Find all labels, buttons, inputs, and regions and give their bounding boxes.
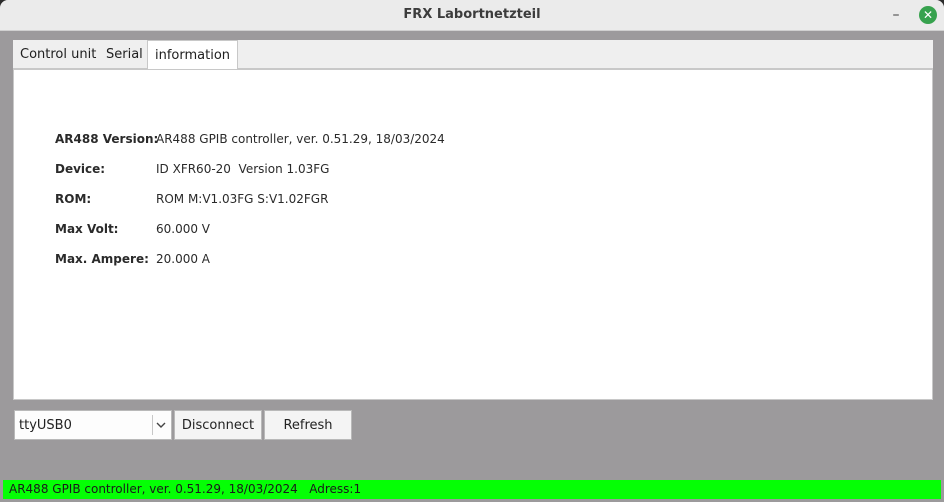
info-label: Max Volt:: [55, 222, 119, 236]
refresh-button[interactable]: Refresh: [264, 410, 352, 440]
port-select-value: ttyUSB0: [19, 418, 72, 433]
minimize-icon[interactable]: –: [884, 5, 908, 25]
info-value: 20.000 A: [156, 252, 211, 266]
title-bar[interactable]: FRX Labortnetzteil – ✕: [0, 0, 944, 31]
info-label: Device:: [55, 162, 106, 176]
tab-serial[interactable]: Serial: [99, 40, 150, 68]
info-label: ROM:: [55, 192, 92, 206]
status-bar: AR488 GPIB controller, ver. 0.51.29, 18/…: [3, 480, 941, 499]
info-label: Max. Ampere:: [55, 252, 149, 266]
info-value: 60.000 V: [156, 222, 211, 236]
app-window: FRX Labortnetzteil – ✕ Control unit Seri…: [0, 0, 944, 502]
info-value: ROM M:V1.03FG S:V1.02FGR: [156, 192, 329, 206]
status-text: AR488 GPIB controller, ver. 0.51.29, 18/…: [9, 482, 362, 496]
tab-bar: Control unit Serial information: [13, 40, 933, 70]
info-label: AR488 Version:: [55, 132, 159, 146]
info-value: AR488 GPIB controller, ver. 0.51.29, 18/…: [156, 132, 445, 146]
disconnect-button[interactable]: Disconnect: [174, 410, 262, 440]
window-title: FRX Labortnetzteil: [403, 7, 541, 22]
information-panel: AR488 Version: AR488 GPIB controller, ve…: [13, 69, 933, 400]
tab-information[interactable]: information: [147, 40, 239, 70]
info-value: ID XFR60-20 Version 1.03FG: [156, 162, 330, 176]
combo-divider: [152, 415, 153, 435]
port-select[interactable]: ttyUSB0: [14, 410, 172, 440]
chevron-down-icon[interactable]: [155, 419, 167, 431]
tab-control-unit[interactable]: Control unit: [13, 40, 103, 68]
close-icon[interactable]: ✕: [919, 6, 937, 24]
